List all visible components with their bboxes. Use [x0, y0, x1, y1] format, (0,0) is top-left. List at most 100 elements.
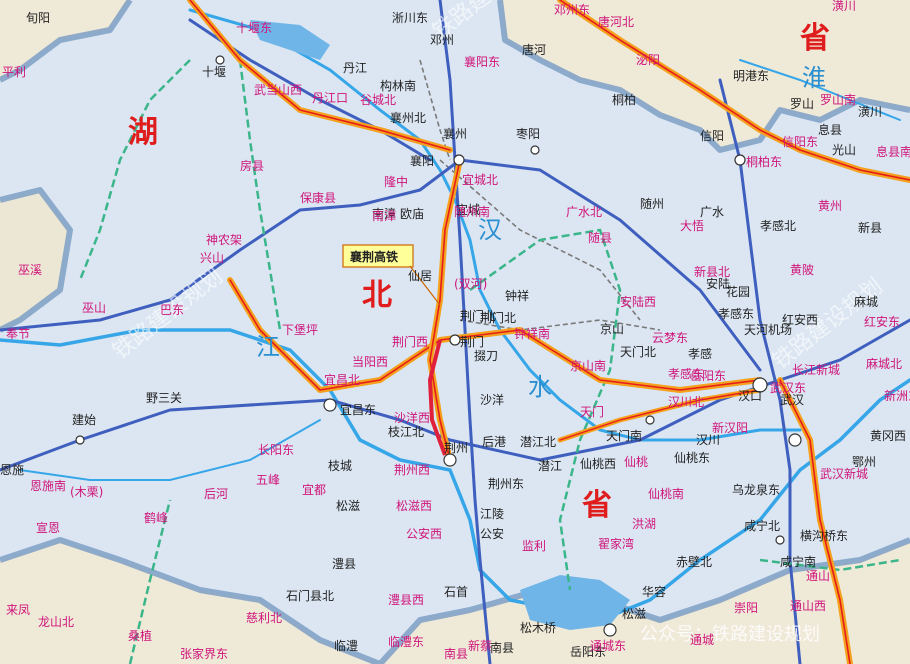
station-label-new: 五峰 [256, 473, 280, 487]
callout-text: 襄荆高铁 [349, 249, 398, 264]
station-label: 花园 [726, 284, 750, 299]
station-label-new: 兴山 [200, 251, 224, 265]
river-label-jiang: 江 [256, 333, 280, 361]
station-label: 南县 [490, 640, 514, 655]
station-label: 襄州 [443, 126, 467, 141]
station-label-new: 仙桃南 [648, 486, 684, 501]
station-label-new: 信阳东 [782, 135, 818, 149]
station-label: 十堰 [202, 65, 226, 79]
station-label-new: 唐河北 [598, 14, 634, 29]
station-label: 京山 [600, 322, 624, 336]
station-dot [215, 55, 225, 65]
station-label-new: 丹江口 [312, 91, 348, 105]
watermark: 公众号：铁路建设规划 [640, 624, 820, 645]
station-dot [530, 145, 540, 155]
station-label-new: 宜昌北 [324, 372, 360, 387]
station-label-new: 大悟 [680, 218, 704, 233]
station-label-new: 荆州西 [394, 463, 430, 477]
station-label: 构林南 [380, 78, 416, 93]
station-label: 石首 [444, 585, 468, 599]
station-label-new: 翟家湾 [598, 536, 634, 551]
station-label-new: (木栗) [70, 485, 103, 499]
station-label: 荆州 [444, 441, 468, 455]
station-label-new: 桑植 [128, 628, 152, 643]
station-label: 孝感东 [718, 306, 754, 321]
station-label-new: 张家界东 [180, 646, 228, 661]
railway-map: 铁路建设规划 铁路建设规划 铁路建设规划 公众号：铁路建设规划 湖 北 省 省 … [0, 0, 910, 664]
station-label-new: 崇阳 [734, 601, 758, 615]
station-label-new: 潢川 [832, 0, 856, 13]
station-label: 新县 [858, 220, 882, 235]
station-label: 松滋 [336, 499, 360, 513]
station-label-new: 洪湖 [632, 516, 656, 531]
station-label-new: 天门 [580, 404, 604, 419]
station-label: 信阳 [700, 129, 724, 143]
station-label-new: 京山南 [570, 358, 606, 373]
station-dot [788, 433, 802, 447]
station-label: 钟祥 [505, 288, 529, 303]
station-label: 建始 [72, 413, 96, 427]
station-label-new: 息县南 [876, 144, 910, 159]
station-label: 野三关 [146, 391, 182, 405]
station-label-new: 巴东 [160, 303, 184, 317]
province-char-hu: 湖 [128, 115, 158, 150]
station-label: 松木桥 [520, 621, 556, 635]
station-label-new: 谷城北 [360, 93, 396, 107]
station-label: 襄州北 [390, 110, 426, 125]
station-label-new: 房县 [240, 158, 264, 173]
station-label: 丹江 [343, 61, 367, 75]
station-label-new: 新洲东 [884, 388, 910, 403]
station-label-new: 保康县 [300, 190, 336, 205]
station-dot [453, 154, 465, 166]
station-label: 潜江 [538, 459, 562, 473]
station-label-new: 襄阳东 [464, 54, 500, 69]
station-label: 仙桃东 [674, 450, 710, 465]
station-label: 枝城 [328, 458, 352, 473]
station-label: 随州 [640, 196, 664, 211]
station-dot [323, 398, 337, 412]
station-label: 枣阳 [516, 127, 540, 141]
station-label-new: 南县 [444, 646, 468, 661]
station-label: 仙居 [408, 269, 432, 283]
station-label: 恩施 [0, 463, 24, 477]
river-label-shui: 水 [528, 373, 552, 401]
station-label-new: 罗山南 [820, 92, 856, 107]
station-label-new: 沙洋西 [394, 410, 430, 425]
neighbor-province-char: 省 [800, 21, 830, 56]
station-label-new: 慈利北 [246, 610, 282, 625]
station-label: 桐柏 [612, 92, 636, 107]
station-label: 澧县 [332, 557, 356, 571]
station-label-new: 龙山北 [38, 615, 74, 629]
station-label: 黄冈西 [870, 429, 906, 443]
station-label-new: 临澧东 [388, 635, 424, 649]
station-label: 明港东 [733, 69, 769, 83]
station-label: 汉川 [696, 433, 720, 447]
station-label: 唐河 [522, 42, 546, 57]
station-dot [443, 453, 457, 467]
station-label-new: 公安西 [406, 526, 442, 541]
station-dot [775, 535, 785, 545]
station-label: 咸宁北 [744, 518, 780, 533]
station-label: 沙洋 [480, 392, 504, 407]
station-label-new: 神农架 [206, 233, 242, 247]
station-label: 潜江北 [520, 435, 556, 449]
station-label-new: 监利 [522, 539, 546, 553]
station-label-new: 奉节 [6, 327, 30, 341]
station-label-new: 黄州 [818, 199, 842, 213]
station-label-new: 长阳东 [258, 443, 294, 457]
station-label: 襄阳 [410, 153, 434, 168]
station-label: 仙桃西 [580, 456, 616, 471]
station-label: 石门县北 [286, 588, 334, 603]
station-label-new: (双河) [454, 277, 487, 291]
station-label: 临澧 [334, 639, 358, 653]
station-label-new: 通城 [690, 633, 714, 647]
station-label-new: 仙桃 [624, 454, 648, 469]
station-label-new: 麻城北 [866, 356, 902, 371]
station-label: 华容 [642, 584, 666, 599]
station-label: 松滋 [622, 607, 646, 621]
station-label-new: 黄陂 [790, 262, 814, 277]
station-label-new: 后河 [204, 487, 228, 501]
station-label-new: 邓州东 [554, 3, 590, 17]
station-label: 荆州东 [488, 477, 524, 491]
station-label: 天门北 [620, 344, 656, 359]
